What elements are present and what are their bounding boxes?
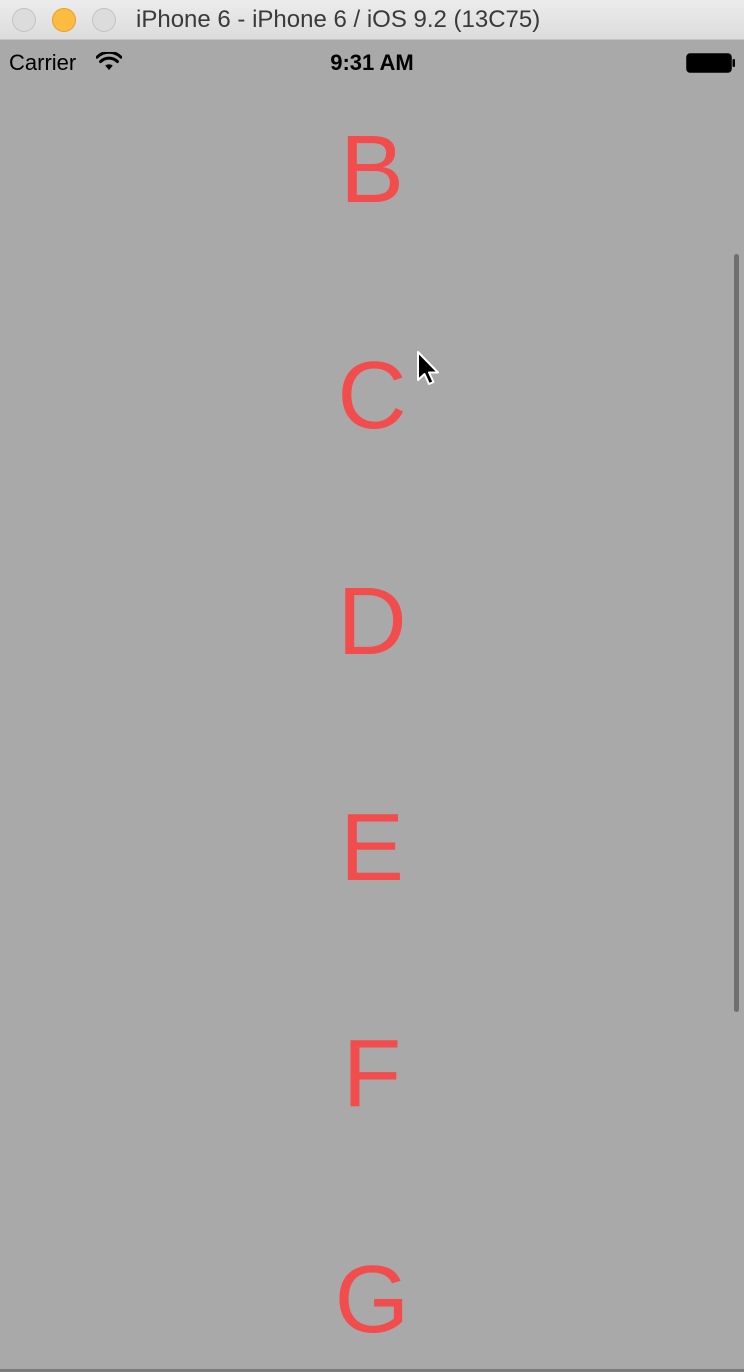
status-time: 9:31 AM [330, 50, 414, 75]
list-item: D [337, 568, 407, 675]
scroll-view[interactable]: B C D E F G [0, 84, 744, 1372]
list-item: F [342, 1020, 402, 1127]
list-item: C [337, 342, 407, 449]
minimize-window-button[interactable] [52, 8, 76, 32]
zoom-window-button[interactable] [92, 8, 116, 32]
list-item: B [339, 116, 405, 223]
mouse-pointer-icon [417, 351, 439, 385]
status-bar: Carrier 9:31 AM [0, 40, 744, 84]
list-item: G [334, 1246, 410, 1353]
title-bar: iPhone 6 - iPhone 6 / iOS 9.2 (13C75) [0, 0, 744, 40]
window-title: iPhone 6 - iPhone 6 / iOS 9.2 (13C75) [136, 6, 541, 33]
vertical-scroll-indicator[interactable] [734, 254, 739, 1012]
close-window-button[interactable] [12, 8, 36, 32]
battery-icon [686, 53, 735, 73]
simulator-window: iPhone 6 - iPhone 6 / iOS 9.2 (13C75) Ca… [0, 0, 744, 1372]
list-item: E [339, 794, 405, 901]
